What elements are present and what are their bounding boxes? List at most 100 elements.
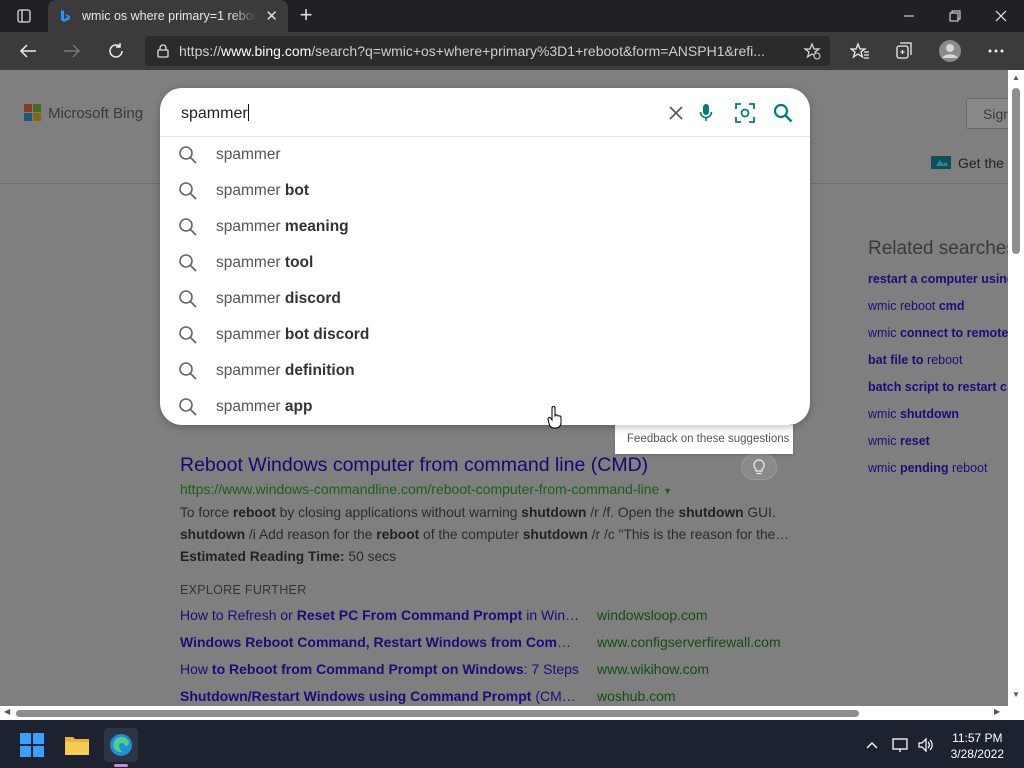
logo-text: Microsoft Bing [48, 104, 144, 122]
volume-button[interactable] [912, 728, 940, 762]
related-search-link[interactable]: wmic shutdown [868, 407, 959, 421]
scroll-up-icon[interactable]: ▲ [1012, 73, 1020, 82]
suggestion-item[interactable]: spammer meaning [160, 209, 810, 245]
collections-button[interactable] [890, 37, 918, 65]
explore-domain: www.wikihow.com [597, 661, 710, 677]
network-icon [892, 738, 908, 752]
close-window-button[interactable] [978, 0, 1024, 32]
windows-start-icon [20, 733, 44, 757]
lightbulb-button[interactable] [741, 454, 777, 480]
related-search-link[interactable]: wmic connect to remote [868, 326, 1008, 340]
search-autosuggest-box: spammer spammer spammer bot spammer meanin… [160, 88, 810, 425]
tab-close-icon[interactable]: ✕ [265, 7, 278, 25]
tab-title: wmic os where primary=1 reboot - Search [82, 9, 258, 23]
result-title-link[interactable]: Reboot Windows computer from command lin… [180, 454, 648, 477]
minimize-button[interactable] [886, 0, 932, 32]
favorites-icon [850, 42, 869, 59]
chevron-up-icon [866, 742, 878, 749]
back-button[interactable] [14, 37, 42, 65]
explore-link[interactable]: Windows Reboot Command, Restart Windows … [180, 634, 580, 650]
hand-cursor-icon [547, 406, 562, 429]
search-input[interactable]: spammer [181, 104, 249, 123]
suggestion-item[interactable]: spammer [160, 137, 810, 173]
scroll-right-icon[interactable]: ▶ [994, 707, 1000, 716]
start-button[interactable] [15, 728, 49, 762]
suggestion-item[interactable]: spammer discord [160, 281, 810, 317]
explore-item: Shutdown/Restart Windows using Command P… [180, 688, 800, 706]
visual-search-icon[interactable] [734, 102, 756, 124]
suggestions-feedback-link[interactable]: Feedback on these suggestions [615, 425, 793, 454]
search-icon [179, 254, 197, 272]
explore-item: Windows Reboot Command, Restart Windows … [180, 634, 800, 654]
horizontal-scrollbar[interactable]: ◀ ▶ [0, 706, 1008, 720]
explore-domain: www.configserverfirewall.com [597, 634, 781, 650]
result-url[interactable]: https://www.windows-commandline.com/rebo… [180, 481, 672, 497]
refresh-button[interactable] [102, 37, 130, 65]
url-text: https://www.bing.com/search?q=wmic+os+wh… [179, 43, 765, 59]
suggestion-text: spammer definition [216, 362, 355, 379]
suggestion-item[interactable]: spammer definition [160, 353, 810, 389]
explore-link[interactable]: How to Refresh or Reset PC From Command … [180, 607, 580, 623]
page-content: Microsoft Bing Sign Get the Reboot Windo… [0, 70, 1008, 706]
microphone-icon[interactable] [695, 102, 717, 124]
tab-actions-icon [17, 9, 31, 23]
suggestion-item[interactable]: spammer tool [160, 245, 810, 281]
explore-further-heading: EXPLORE FURTHER [180, 583, 307, 597]
settings-menu-button[interactable] [982, 37, 1010, 65]
explore-link[interactable]: Shutdown/Restart Windows using Command P… [180, 688, 580, 704]
address-bar[interactable]: https://www.bing.com/search?q=wmic+os+wh… [145, 36, 830, 66]
suggestion-text: spammer app [216, 398, 313, 415]
search-icon [179, 398, 197, 416]
back-arrow-icon [19, 44, 36, 58]
network-button[interactable] [886, 728, 914, 762]
new-tab-button[interactable]: + [294, 4, 318, 28]
vertical-scroll-thumb[interactable] [1012, 88, 1020, 254]
taskbar: 11:57 PM 3/28/2022 [0, 720, 1024, 768]
restore-button[interactable] [932, 0, 978, 32]
scroll-corner [1008, 706, 1024, 720]
add-favorite-icon[interactable] [803, 42, 821, 60]
result-snippet: To force reboot by closing applications … [180, 502, 792, 546]
profile-button[interactable] [936, 37, 964, 65]
related-search-link[interactable]: restart a computer using [868, 272, 1008, 286]
edge-taskbar-button[interactable] [104, 728, 138, 767]
suggestion-item[interactable]: spammer app [160, 389, 810, 425]
horizontal-scroll-thumb[interactable] [16, 710, 859, 717]
file-explorer-button[interactable] [60, 728, 94, 762]
suggestion-text: spammer tool [216, 254, 314, 271]
clear-search-icon[interactable] [665, 102, 687, 124]
related-search-link[interactable]: wmic reboot cmd [868, 299, 965, 313]
url-dropdown-icon[interactable]: ▼ [663, 486, 672, 496]
suggestion-item[interactable]: spammer bot [160, 173, 810, 209]
bing-logo[interactable]: Microsoft Bing [24, 104, 143, 122]
lightbulb-icon [753, 459, 765, 475]
explore-link[interactable]: How to Reboot from Command Prompt on Win… [180, 661, 579, 677]
profile-avatar-icon [939, 40, 961, 62]
scroll-left-icon[interactable]: ◀ [4, 707, 10, 716]
tab-active[interactable]: wmic os where primary=1 reboot - Search … [48, 0, 288, 32]
minimize-icon [904, 15, 914, 17]
related-search-link[interactable]: bat file to reboot [868, 353, 962, 367]
get-app-promo[interactable]: Get the [930, 154, 1004, 172]
search-submit-icon[interactable] [772, 102, 794, 124]
app-promo-icon [931, 156, 951, 169]
related-search-link[interactable]: wmic reset [868, 434, 930, 448]
suggestion-item[interactable]: spammer bot discord [160, 317, 810, 353]
navigation-bar: https://www.bing.com/search?q=wmic+os+wh… [0, 32, 1024, 70]
system-clock[interactable]: 11:57 PM 3/28/2022 [951, 730, 1004, 762]
scroll-down-icon[interactable]: ▼ [1012, 690, 1020, 699]
sign-in-button[interactable]: Sign [966, 98, 1008, 129]
tab-actions-button[interactable] [8, 6, 40, 26]
forward-button[interactable] [58, 37, 86, 65]
clock-date: 3/28/2022 [950, 747, 1004, 761]
refresh-icon [109, 43, 123, 58]
favorites-button[interactable] [846, 37, 874, 65]
speaker-icon [918, 737, 933, 753]
show-hidden-icons-button[interactable] [858, 728, 886, 762]
explore-domain: woshub.com [597, 688, 676, 704]
related-search-link[interactable]: wmic pending reboot [868, 461, 987, 475]
clock-time: 11:57 PM [952, 731, 1003, 745]
related-search-link[interactable]: batch script to restart c [868, 380, 1007, 394]
explore-domain: windowsloop.com [597, 607, 708, 623]
vertical-scrollbar[interactable]: ▲ ▼ [1008, 70, 1024, 706]
